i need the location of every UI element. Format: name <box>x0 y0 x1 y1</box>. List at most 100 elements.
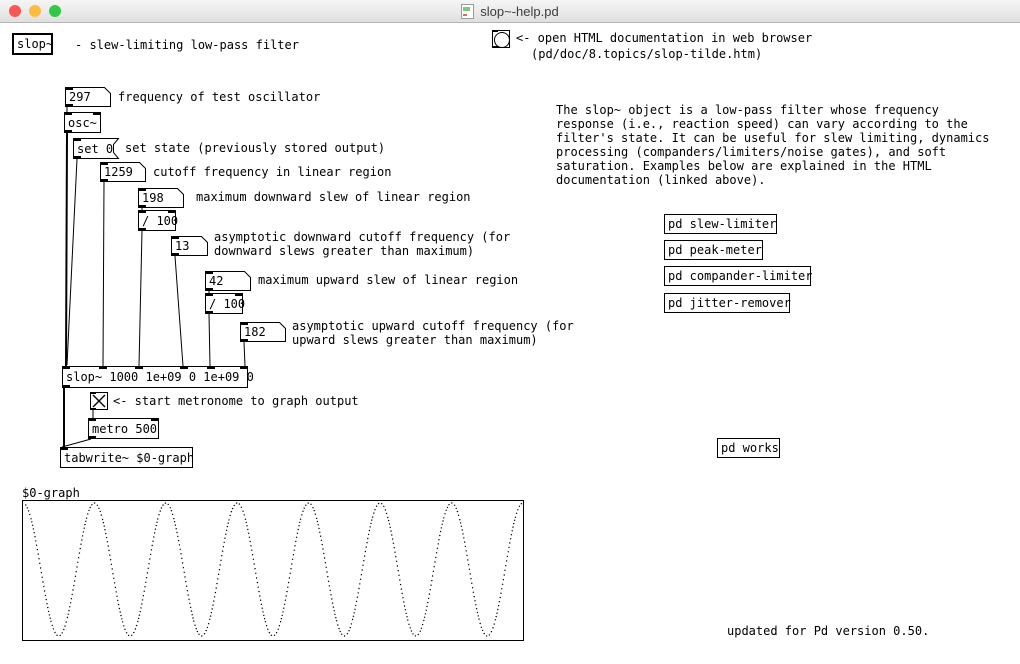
inlet-nub <box>171 236 179 239</box>
outlet-nub <box>65 104 73 107</box>
object-slop-subject-label: slop~ <box>17 35 53 53</box>
inlet-nub <box>93 112 101 115</box>
inlet-nub <box>73 138 81 141</box>
object-label: metro 500 <box>92 420 157 438</box>
title-bar: slop~-help.pd <box>0 0 1020 23</box>
graph-label: $0-graph <box>22 486 80 500</box>
bang-circle-icon <box>494 32 510 48</box>
outlet-nub <box>64 130 72 133</box>
outlet-nub <box>138 205 146 208</box>
inlet-nub <box>60 447 68 450</box>
metronome-toggle[interactable] <box>90 392 108 410</box>
number-box-down-slew[interactable]: 198 <box>138 188 184 208</box>
subpatch-compander-limiter[interactable]: pd compander-limiter <box>664 266 811 286</box>
object-slop-subject: slop~ <box>12 33 53 55</box>
object-tabwrite: tabwrite~ $0-graph <box>60 447 193 468</box>
number-box-cutoff[interactable]: 1259 <box>100 162 146 182</box>
inlet-nub <box>99 366 107 369</box>
object-div100-down: / 100 <box>138 210 176 231</box>
down-asym-comment-line1: asymptotic downward cutoff frequency (fo… <box>214 230 510 244</box>
subpatch-peak-meter[interactable]: pd peak-meter <box>664 240 763 260</box>
object-label: slop~ 1000 1e+09 0 1e+09 0 <box>66 368 254 386</box>
subpatch-works[interactable]: pd works <box>717 438 780 458</box>
outlet-nub <box>100 179 108 182</box>
inlet-nub <box>205 293 213 296</box>
inlet-nub <box>492 30 498 32</box>
description-line: filter's state. It can be useful for sle… <box>556 131 989 145</box>
number-box-up-slew[interactable]: 42 <box>205 271 251 291</box>
object-osc: osc~ <box>64 112 101 133</box>
inlet-nub <box>151 418 159 421</box>
object-slop-main: slop~ 1000 1e+09 0 1e+09 0 <box>62 366 248 388</box>
number-box-up-asym[interactable]: 182 <box>240 322 286 342</box>
outlet-nub <box>62 385 70 388</box>
message-set-state[interactable]: set 0 <box>73 138 119 159</box>
description-line: documentation (linked above). <box>556 173 766 187</box>
subpatch-label: pd slew-limiter <box>668 215 776 233</box>
traffic-lights <box>9 0 61 22</box>
toggle-check-icon <box>92 394 106 408</box>
inlet-nub <box>64 112 72 115</box>
doc-comment-line2: (pd/doc/8.topics/slop-tilde.htm) <box>531 47 762 61</box>
inlet-nub <box>138 210 146 213</box>
inlet-nub <box>207 366 215 369</box>
description-line: response (i.e., reaction speed) can vary… <box>556 117 968 131</box>
set-state-comment: set state (previously stored output) <box>125 141 385 155</box>
object-metro: metro 500 <box>88 418 159 439</box>
up-asym-comment-line2: upward slews greater than maximum) <box>292 333 538 347</box>
object-label: / 100 <box>142 212 178 230</box>
number-box-down-asym[interactable]: 13 <box>171 236 208 256</box>
waveform-plot <box>23 501 523 640</box>
subpatch-jitter-remover[interactable]: pd jitter-remover <box>664 293 790 313</box>
minimize-button[interactable] <box>29 5 41 17</box>
subpatch-label: pd works <box>721 439 779 457</box>
down-slew-comment: maximum downward slew of linear region <box>196 190 471 204</box>
subpatch-label: pd peak-meter <box>668 241 762 259</box>
description-line: The slop~ object is a low-pass filter wh… <box>556 103 939 117</box>
inlet-nub <box>205 271 213 274</box>
inlet-nub <box>180 366 188 369</box>
inlet-nub <box>100 162 108 165</box>
outlet-nub <box>138 228 146 231</box>
outlet-nub <box>88 436 96 439</box>
description-line: saturation. Examples below are explained… <box>556 159 932 173</box>
outlet-nub <box>171 253 179 256</box>
inlet-nub <box>168 210 176 213</box>
object-div100-up: / 100 <box>205 293 243 314</box>
doc-comment-line1: <- open HTML documentation in web browse… <box>516 31 812 45</box>
number-box-frequency[interactable]: 297 <box>65 87 111 107</box>
inlet-nub <box>65 87 73 90</box>
up-slew-comment: maximum upward slew of linear region <box>258 273 518 287</box>
object-label: / 100 <box>209 295 245 313</box>
close-button[interactable] <box>9 5 21 17</box>
inlet-nub <box>240 322 248 325</box>
inlet-nub <box>138 188 146 191</box>
description-line: processing (companders/limiters/noise ga… <box>556 145 946 159</box>
zoom-button[interactable] <box>49 5 61 17</box>
object-label: osc~ <box>68 114 97 132</box>
outlet-nub <box>240 339 248 342</box>
patch-canvas: slop~-help.pd slop~ - slew-limiting low-… <box>0 0 1020 664</box>
window-title: slop~-help.pd <box>480 4 558 19</box>
graph-canvas[interactable] <box>22 500 524 641</box>
outlet-nub <box>205 288 213 291</box>
number-value: 1259 <box>104 163 133 181</box>
message-label: set 0 <box>77 140 113 158</box>
subpatch-slew-limiter[interactable]: pd slew-limiter <box>664 214 777 234</box>
outlet-nub <box>90 408 96 410</box>
inlet-nub <box>62 366 70 369</box>
up-asym-comment-line1: asymptotic upward cutoff frequency (for <box>292 319 574 333</box>
outlet-nub <box>73 156 81 159</box>
inlet-nub <box>240 366 248 369</box>
footer-version: updated for Pd version 0.50. <box>727 624 929 638</box>
open-docs-bang-button[interactable] <box>492 30 510 48</box>
subject-description: - slew-limiting low-pass filter <box>75 38 299 52</box>
outlet-nub <box>205 311 213 314</box>
subpatch-label: pd jitter-remover <box>668 294 791 312</box>
frequency-comment: frequency of test oscillator <box>118 90 320 104</box>
down-asym-comment-line2: downward slews greater than maximum) <box>214 244 474 258</box>
toggle-comment: <- start metronome to graph output <box>113 394 359 408</box>
inlet-nub <box>235 293 243 296</box>
object-label: tabwrite~ $0-graph <box>64 449 194 467</box>
cutoff-comment: cutoff frequency in linear region <box>153 165 391 179</box>
